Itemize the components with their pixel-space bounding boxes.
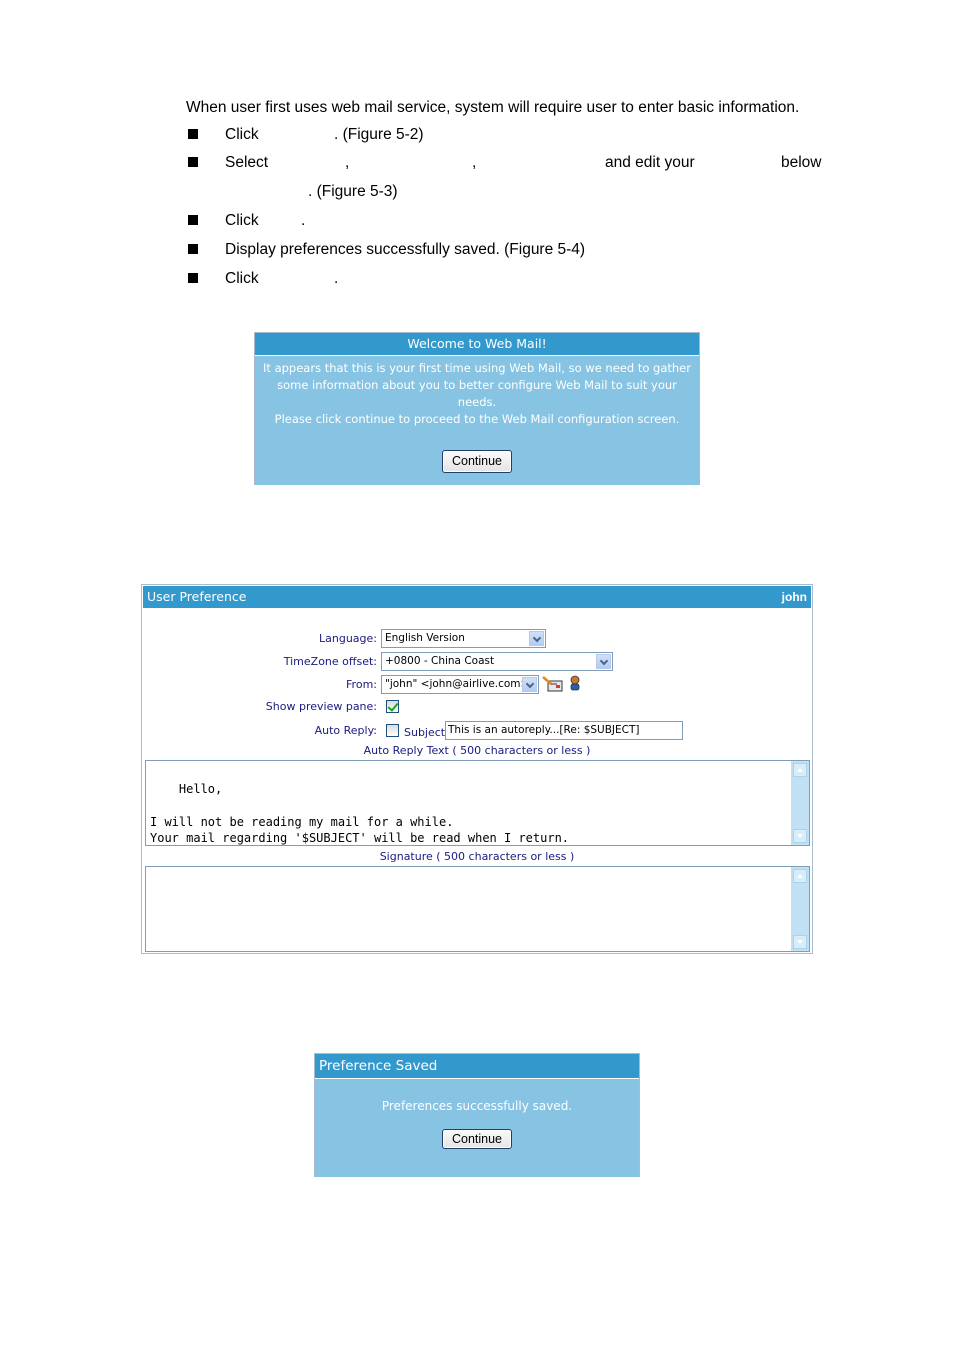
welcome-dialog-title: Welcome to Web Mail! (255, 333, 699, 356)
timezone-label: TimeZone offset: (283, 655, 377, 668)
scroll-down-icon[interactable] (793, 829, 807, 843)
preview-pane-row: Show preview pane: (142, 699, 814, 717)
username-label: john (781, 590, 807, 604)
scrollbar[interactable] (791, 761, 809, 845)
preview-pane-label: Show preview pane: (265, 700, 377, 713)
language-label: Language: (319, 632, 377, 645)
continue-button[interactable]: Continue (441, 450, 513, 473)
step-1-prefix: Click (225, 126, 259, 143)
preference-saved-body: Preferences successfully saved. Continue (315, 1079, 639, 1177)
step-1-suffix: . (Figure 5-2) (334, 126, 424, 143)
auto-reply-label: Auto Reply: (314, 724, 377, 737)
from-label: From: (346, 678, 377, 691)
signature-caption: Signature ( 500 characters or less ) (379, 850, 575, 863)
edit-identity-icon[interactable] (542, 676, 564, 692)
bullet-icon (188, 244, 198, 254)
bullet-icon (188, 273, 198, 283)
step-4-text: Display preferences successfully saved. … (225, 241, 586, 258)
language-value: English Version (385, 632, 465, 644)
preview-pane-checkbox[interactable] (386, 700, 399, 713)
user-preference-panel: User Preference john Language: English V… (141, 584, 813, 954)
preference-saved-dialog: Preference Saved Preferences successfull… (314, 1053, 640, 1177)
user-preference-header: User Preference john (142, 585, 812, 609)
language-select[interactable]: English Version (381, 629, 546, 648)
intro-text: When user first uses web mail service, s… (186, 99, 800, 116)
signature-textarea[interactable] (145, 866, 810, 952)
timezone-select[interactable]: +0800 - China Coast (381, 652, 613, 671)
subject-input[interactable]: This is an autoreply...[Re: $SUBJECT] (445, 721, 683, 740)
scroll-up-icon[interactable] (793, 763, 807, 777)
welcome-dialog-body: It appears that this is your first time … (255, 356, 699, 485)
step-2-comma-1: , (345, 154, 350, 171)
user-preference-title: User Preference (147, 589, 247, 604)
step-2-below: below (781, 154, 822, 171)
preference-saved-message: Preferences successfully saved. (381, 1099, 573, 1113)
subject-label: Subject: (404, 726, 449, 739)
step-3-prefix: Click (225, 212, 259, 229)
step-2-prefix: Select (225, 154, 269, 171)
bullet-icon (188, 157, 198, 167)
auto-reply-checkbox[interactable] (386, 724, 399, 737)
from-row: From: "john" <john@airlive.com> (142, 675, 814, 695)
bullet-icon (188, 129, 198, 139)
step-5-prefix: Click (225, 270, 259, 287)
auto-reply-text-caption: Auto Reply Text ( 500 characters or less… (363, 744, 591, 757)
auto-reply-textarea[interactable]: Hello, I will not be reading my mail for… (145, 760, 810, 846)
from-select[interactable]: "john" <john@airlive.com> (381, 675, 539, 694)
address-book-user-icon[interactable] (569, 675, 581, 691)
auto-reply-row: Auto Reply: Subject: This is an autorepl… (142, 720, 814, 742)
step-2-edit: and edit your (605, 154, 695, 171)
step-2-comma-2: , (472, 154, 477, 171)
welcome-dialog: Welcome to Web Mail! It appears that thi… (254, 332, 700, 485)
timezone-row: TimeZone offset: +0800 - China Coast (142, 652, 814, 672)
step-2-continuation: . (Figure 5-3) (308, 183, 398, 200)
from-value: "john" <john@airlive.com> (385, 678, 530, 690)
bullet-icon (188, 215, 198, 225)
welcome-message-line: It appears that this is your first time … (263, 361, 691, 375)
language-row: Language: English Version (142, 629, 814, 649)
auto-reply-text: Hello, I will not be reading my mail for… (150, 781, 570, 846)
step-5-suffix: . (334, 270, 339, 287)
continue-button[interactable]: Continue (441, 1129, 513, 1149)
preference-saved-title: Preference Saved (315, 1054, 639, 1079)
chevron-down-icon[interactable] (529, 631, 544, 646)
step-3-suffix: . (301, 212, 306, 229)
scroll-up-icon[interactable] (793, 869, 807, 883)
chevron-down-icon[interactable] (596, 654, 611, 669)
scroll-down-icon[interactable] (793, 935, 807, 949)
scrollbar[interactable] (791, 867, 809, 951)
timezone-value: +0800 - China Coast (385, 655, 495, 667)
chevron-down-icon[interactable] (522, 677, 537, 692)
welcome-message-line: Please click continue to proceed to the … (274, 412, 680, 426)
welcome-message-line: some information about you to better con… (277, 378, 677, 409)
